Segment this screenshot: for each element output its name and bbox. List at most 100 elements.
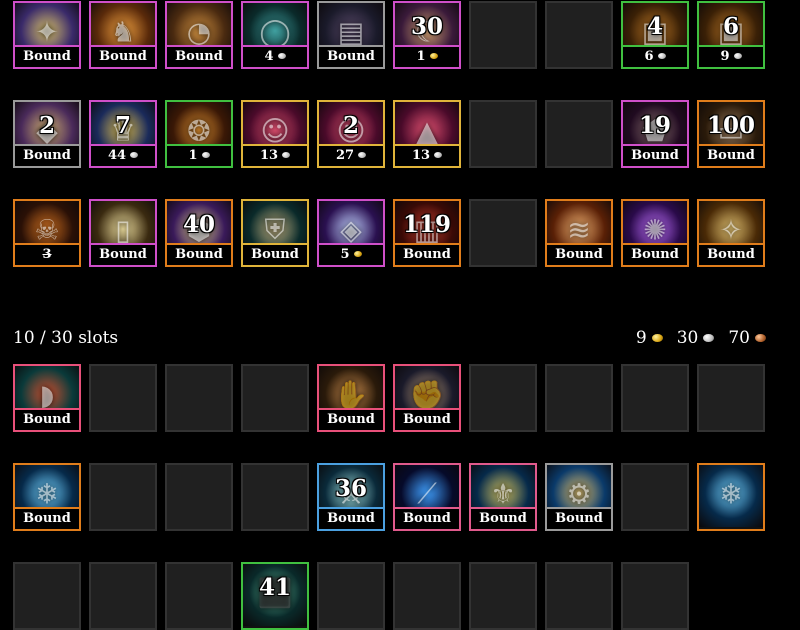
caption-text: 5	[340, 247, 350, 262]
item-slot[interactable]: ❄ Bound	[13, 463, 81, 531]
item-caption: Bound	[319, 45, 383, 67]
item-slot[interactable]: ❄	[697, 463, 765, 531]
stack-count: 2	[38, 112, 55, 139]
empty-slot[interactable]	[469, 199, 537, 267]
empty-slot[interactable]	[241, 463, 309, 531]
caption-text: Bound	[327, 511, 375, 526]
item-slot[interactable]: ▤ Bound	[317, 1, 385, 69]
caption-text: 44	[107, 148, 127, 163]
item-slot[interactable]: ◈ 5	[317, 199, 385, 267]
item-slot[interactable]: ▭ 100 Bound	[697, 100, 765, 168]
stack-count: 7	[114, 112, 131, 139]
empty-slot[interactable]	[545, 562, 613, 630]
item-caption: 27	[319, 144, 383, 166]
item-caption: Bound	[547, 243, 611, 265]
empty-slot[interactable]	[89, 463, 157, 531]
caption-text: Bound	[327, 412, 375, 427]
item-slot[interactable]: ☠ 3	[13, 199, 81, 267]
item-slot[interactable]: ⬟ 19 Bound	[621, 100, 689, 168]
item-slot[interactable]: ✊ Bound	[393, 364, 461, 432]
item-slot[interactable]: ▣ 6 9	[697, 1, 765, 69]
empty-slot[interactable]	[241, 364, 309, 432]
item-slot[interactable]: ⬛ 41	[241, 562, 309, 630]
item-slot[interactable]: ☺ 13	[241, 100, 309, 168]
empty-slot[interactable]	[545, 100, 613, 168]
empty-slot[interactable]	[621, 463, 689, 531]
item-slot[interactable]: ⟋ Bound	[393, 463, 461, 531]
empty-slot[interactable]	[545, 364, 613, 432]
item-slot[interactable]: ✺ Bound	[621, 199, 689, 267]
caption-text: Bound	[23, 148, 71, 163]
item-slot[interactable]: ⛨ Bound	[241, 199, 309, 267]
caption-text: 13	[411, 148, 431, 163]
item-slot[interactable]: ⬢ 40 Bound	[165, 199, 233, 267]
empty-slot[interactable]	[469, 1, 537, 69]
empty-slot[interactable]	[697, 364, 765, 432]
item-slot[interactable]: ≋ Bound	[545, 199, 613, 267]
wallet: 9 30 70	[636, 328, 766, 348]
empty-slot[interactable]	[393, 562, 461, 630]
empty-slot[interactable]	[13, 562, 81, 630]
item-caption: Bound	[15, 45, 79, 67]
gold-coin-icon	[651, 334, 663, 342]
caption-text: 27	[335, 148, 355, 163]
item-slot[interactable]: ☺ 2 27	[317, 100, 385, 168]
empty-slot[interactable]	[469, 562, 537, 630]
stack-count: 36	[334, 475, 367, 502]
caption-text: Bound	[23, 511, 71, 526]
item-slot[interactable]: ♛ 7 44	[89, 100, 157, 168]
item-caption: Bound	[623, 243, 687, 265]
item-slot[interactable]: ❂ 1	[165, 100, 233, 168]
inventory-grid-top: ✦ Bound ♞ Bound ◔ Bound ◯ 4 ▤ Bound ☾ 30 1 ▣ 4 6 ▣ 6 9 ◆ 2 Bo…	[13, 1, 765, 267]
item-slot[interactable]: ⚜ Bound	[469, 463, 537, 531]
empty-slot[interactable]	[89, 364, 157, 432]
item-slot[interactable]: ⚙ Bound	[545, 463, 613, 531]
copper-value: 70	[728, 328, 750, 348]
caption-text: 1	[188, 148, 198, 163]
item-slot[interactable]: ◯ 4	[241, 1, 309, 69]
item-slot[interactable]: ▯ Bound	[89, 199, 157, 267]
item-slot[interactable]: ▣ 4 6	[621, 1, 689, 69]
item-caption: Bound	[15, 144, 79, 166]
ice-crystal-icon: ❄	[699, 465, 763, 527]
empty-slot[interactable]	[621, 364, 689, 432]
empty-slot[interactable]	[469, 364, 537, 432]
empty-slot[interactable]	[89, 562, 157, 630]
copper-amount: 70	[728, 328, 766, 348]
silver-coin-icon	[130, 152, 139, 158]
gold-amount: 9	[636, 328, 663, 348]
item-caption: 4	[243, 45, 307, 67]
empty-slot[interactable]	[621, 562, 689, 630]
item-slot[interactable]: ◔ Bound	[165, 1, 233, 69]
item-slot[interactable]: ◆ 2 Bound	[13, 100, 81, 168]
item-slot[interactable]: ▲ 13	[393, 100, 461, 168]
empty-slot[interactable]	[165, 364, 233, 432]
item-slot[interactable]: ♞ Bound	[89, 1, 157, 69]
silver-coin-icon	[657, 53, 666, 59]
item-caption: Bound	[167, 243, 231, 265]
item-slot[interactable]: ◗ Bound	[13, 364, 81, 432]
item-slot[interactable]: ✧ Bound	[697, 199, 765, 267]
stack-count: 100	[706, 112, 755, 139]
empty-slot[interactable]	[545, 1, 613, 69]
empty-slot[interactable]	[317, 562, 385, 630]
item-slot[interactable]: ✋ Bound	[317, 364, 385, 432]
empty-slot[interactable]	[165, 562, 233, 630]
item-caption: Bound	[91, 45, 155, 67]
item-caption: Bound	[395, 408, 459, 430]
item-slot[interactable]: ▥ 119 Bound	[393, 199, 461, 267]
caption-text: Bound	[23, 49, 71, 64]
caption-text: Bound	[403, 511, 451, 526]
empty-slot[interactable]	[469, 100, 537, 168]
item-caption: Bound	[547, 507, 611, 529]
silver-coin-icon	[733, 53, 742, 59]
item-slot[interactable]: ☾ 30 1	[393, 1, 461, 69]
item-slot[interactable]: ✦ Bound	[13, 1, 81, 69]
caption-text: Bound	[99, 247, 147, 262]
item-slot[interactable]: ⚔ 36 Bound	[317, 463, 385, 531]
caption-text: 4	[264, 49, 274, 64]
item-caption: 44	[91, 144, 155, 166]
empty-slot[interactable]	[165, 463, 233, 531]
inventory-grid-bottom: ◗ Bound ✋ Bound ✊ Bound ❄ Bound ⚔ 36 Bound ⟋ Bound ⚜ B…	[13, 364, 765, 630]
item-caption: 9	[699, 45, 763, 67]
